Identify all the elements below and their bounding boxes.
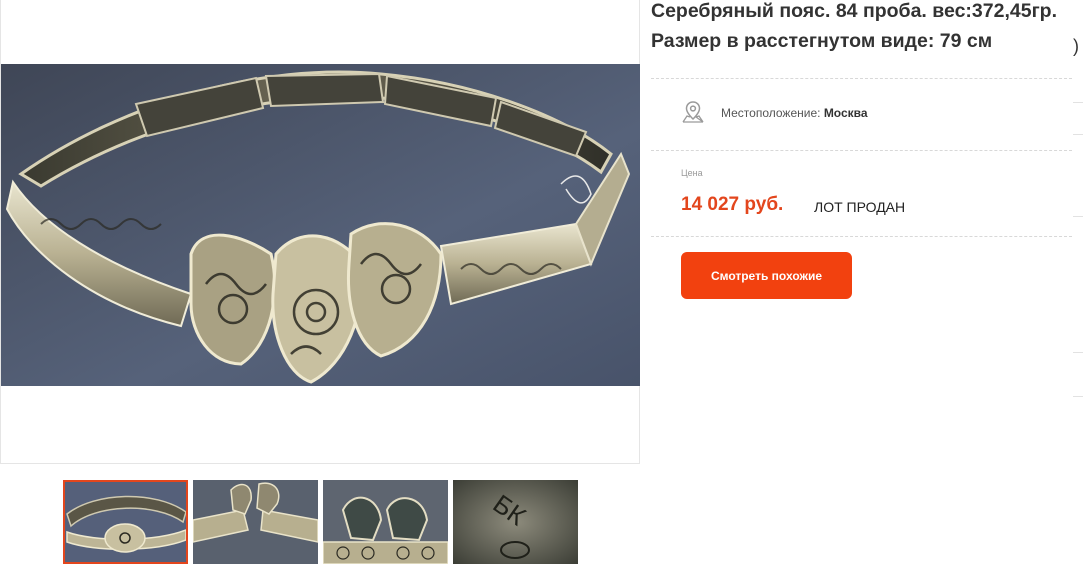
cropped-edge-glyph: ) xyxy=(1073,36,1079,56)
edge-tick xyxy=(1073,352,1083,353)
divider xyxy=(651,78,1072,79)
price-caption: Цена xyxy=(681,168,703,178)
price-value: 14 027 руб. xyxy=(681,194,784,215)
edge-tick xyxy=(1073,134,1083,135)
lot-status: ЛОТ ПРОДАН xyxy=(814,199,906,215)
map-pin-icon xyxy=(681,100,705,129)
lot-title: Серебряный пояс. 84 проба. вес:372,45гр.… xyxy=(651,0,1058,52)
edge-tick xyxy=(1073,216,1083,217)
view-similar-button[interactable]: Смотреть похожие xyxy=(681,252,852,299)
divider xyxy=(651,150,1072,151)
location-label: Местоположение: xyxy=(721,106,821,120)
thumbnail-3[interactable] xyxy=(323,480,448,564)
location-row: Местоположение: Москва xyxy=(721,106,868,120)
thumbnail-2[interactable] xyxy=(193,480,318,564)
divider xyxy=(651,236,1072,237)
location-city: Москва xyxy=(823,106,868,120)
edge-tick xyxy=(1073,396,1083,397)
thumbnail-1[interactable] xyxy=(63,480,188,564)
main-photo[interactable] xyxy=(1,64,640,386)
edge-tick xyxy=(1073,102,1083,103)
thumbnail-4[interactable]: БК xyxy=(453,480,578,564)
